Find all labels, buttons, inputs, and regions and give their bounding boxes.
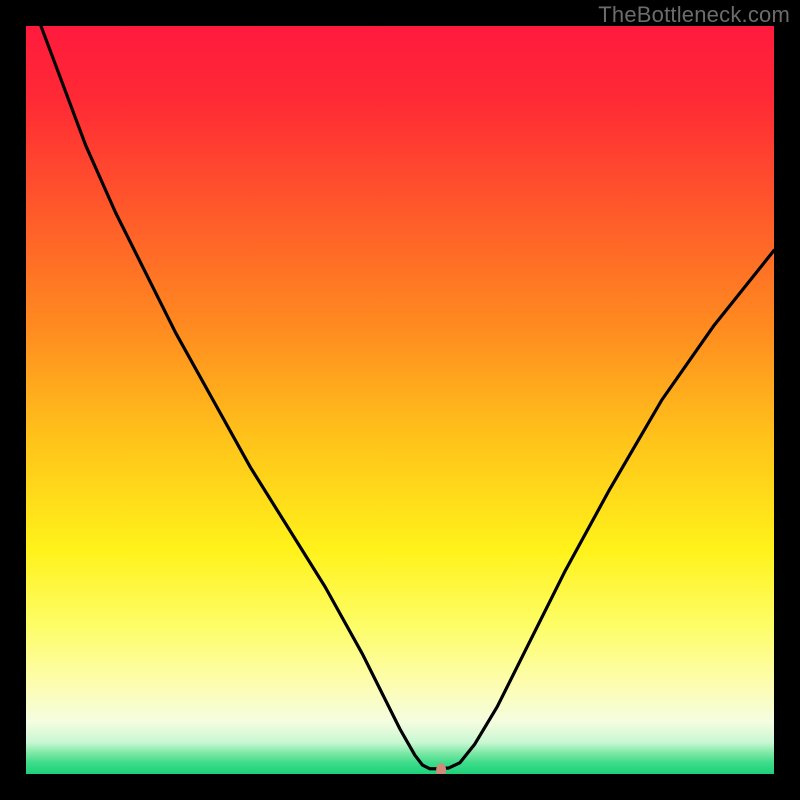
curve-layer bbox=[26, 26, 774, 774]
bottleneck-curve bbox=[26, 26, 774, 769]
chart-frame: TheBottleneck.com bbox=[0, 0, 800, 800]
optimal-point-marker bbox=[436, 763, 446, 774]
plot-area bbox=[26, 26, 774, 774]
watermark-label: TheBottleneck.com bbox=[598, 2, 790, 28]
